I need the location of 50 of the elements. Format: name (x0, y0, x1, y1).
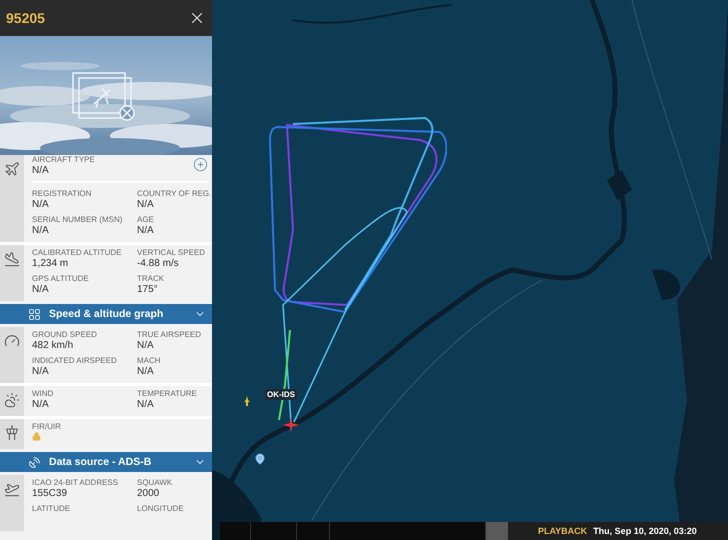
field-value: 2000 (137, 488, 160, 499)
field-value: 482 km/h (32, 340, 74, 351)
plane-takeoff-icon (4, 481, 20, 497)
field-value: -4.88 m/s (137, 258, 180, 269)
field-value: N/A (137, 199, 155, 210)
field-label: GROUND SPEED (32, 330, 98, 339)
field-label: COUNTRY OF REG. (137, 189, 212, 198)
field-label: AIRCRAFT TYPE (32, 155, 96, 164)
field-value: N/A (137, 225, 155, 236)
plane-icon (4, 161, 20, 177)
field-label: SERIAL NUMBER (MSN) (32, 215, 124, 224)
grid-chart-icon (28, 308, 41, 320)
cloud-sun-icon (4, 392, 20, 408)
field-label: AGE (137, 215, 155, 224)
field-value: N/A (32, 284, 50, 295)
satellite-dish-icon (28, 456, 41, 468)
field-label: TEMPERATURE (137, 389, 198, 398)
field-label: TRUE AIRSPEED (137, 330, 202, 339)
field-value: N/A (137, 366, 155, 377)
field-value: 175° (137, 284, 159, 295)
flight-title: 95205 (6, 10, 45, 26)
add-button[interactable] (193, 157, 208, 172)
field-label: REGISTRATION (32, 189, 92, 198)
field-label: FIR/UIR (32, 422, 62, 431)
field-value: N/A (32, 165, 50, 176)
field-value: 155C39 (32, 488, 68, 499)
control-tower-icon (4, 425, 20, 441)
field-value: N/A (137, 399, 155, 410)
field-value: N/A (32, 199, 50, 210)
field-label: VERTICAL SPEED (137, 248, 206, 257)
section-header[interactable]: Speed & altitude graph (0, 304, 212, 324)
field-label: ICAO 24-BIT ADDRESS (32, 478, 120, 487)
section-header[interactable]: Data source - ADS-B (0, 452, 212, 472)
field-label: INDICATED AIRSPEED (32, 356, 118, 365)
field-label: TRACK (137, 274, 166, 283)
field-label: GPS ALTITUDE (32, 274, 90, 283)
field-label: CALIBRATED ALTITUDE (32, 248, 122, 257)
field-label: MACH (137, 356, 162, 365)
field-value: N/A (32, 366, 50, 377)
plane-landing-icon (4, 251, 20, 267)
field-label: WIND (32, 389, 54, 398)
field-value: N/A (32, 225, 50, 236)
no-photo-icon (72, 72, 136, 122)
field-value: 1,234 m (32, 258, 70, 269)
field-label: LONGITUDE (137, 504, 185, 513)
field-value: N/A (137, 340, 155, 351)
field-label: LATITUDE (32, 504, 72, 513)
field-label: SQUAWK (137, 478, 174, 487)
field-value: N/A (32, 399, 50, 410)
gauge-icon (4, 333, 20, 349)
